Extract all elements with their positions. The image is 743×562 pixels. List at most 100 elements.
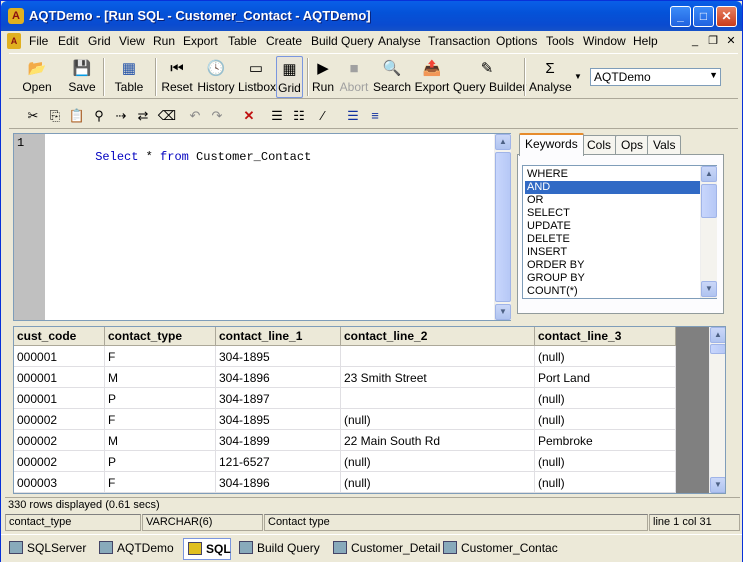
grid-cell[interactable]: 23 Smith Street bbox=[341, 367, 535, 388]
title-bar[interactable]: A AQTDemo - [Run SQL - Customer_Contact … bbox=[1, 1, 742, 31]
task-sqlserver[interactable]: SQLServer bbox=[5, 538, 91, 560]
search-button[interactable]: 🔍 Search bbox=[373, 56, 411, 98]
sql-text[interactable]: Select * from Customer_Contact bbox=[52, 136, 311, 178]
grid-cell[interactable]: 000002 bbox=[14, 409, 105, 430]
menu-view[interactable]: View bbox=[119, 34, 145, 48]
scroll-thumb[interactable] bbox=[495, 152, 511, 302]
open-button[interactable]: 📂 Open bbox=[15, 56, 59, 98]
list-item[interactable]: UPDATE bbox=[525, 220, 700, 233]
scroll-up-icon[interactable]: ▲ bbox=[701, 166, 717, 182]
grid-cell[interactable] bbox=[341, 388, 535, 409]
grid-cell[interactable]: (null) bbox=[535, 409, 676, 430]
list-item[interactable]: SELECT bbox=[525, 207, 700, 220]
grid-cell[interactable]: F bbox=[105, 472, 216, 493]
editor-scrollbar[interactable]: ▲ ▼ bbox=[494, 134, 511, 320]
grid-cell[interactable]: 22 Main South Rd bbox=[341, 430, 535, 451]
results-grid[interactable]: cust_code contact_type contact_line_1 co… bbox=[13, 326, 726, 494]
menu-file[interactable]: File bbox=[29, 34, 48, 48]
grid-cell[interactable]: F bbox=[105, 409, 216, 430]
mdi-minimize-icon[interactable]: _ bbox=[687, 34, 703, 48]
grid-cell[interactable]: 304-1896 bbox=[216, 367, 341, 388]
grid-scrollbar[interactable]: ▲ ▼ bbox=[709, 327, 725, 493]
grid-cell[interactable]: 000001 bbox=[14, 388, 105, 409]
cut-icon[interactable]: ✂ bbox=[23, 106, 43, 126]
task-customer-contact[interactable]: Customer_Contac bbox=[439, 538, 558, 560]
grid-cell[interactable]: 000001 bbox=[14, 346, 105, 367]
scroll-thumb[interactable] bbox=[701, 184, 717, 218]
scroll-up-icon[interactable]: ▲ bbox=[495, 134, 511, 150]
task-customer-detail[interactable]: Customer_Detail bbox=[329, 538, 440, 560]
tab-cols[interactable]: Cols bbox=[581, 135, 618, 155]
list-item[interactable]: DELETE bbox=[525, 233, 700, 246]
list-item[interactable]: GROUP BY bbox=[525, 272, 700, 285]
tab-ops[interactable]: Ops bbox=[615, 135, 650, 155]
grid-cell[interactable]: 304-1899 bbox=[216, 430, 341, 451]
grid-cell[interactable]: P bbox=[105, 451, 216, 472]
maximize-button[interactable]: □ bbox=[693, 6, 714, 27]
replace-icon[interactable]: ⇄ bbox=[133, 106, 153, 126]
connection-select[interactable]: AQTDemo ▼ bbox=[590, 68, 721, 86]
grid-cell[interactable]: 304-1896 bbox=[216, 472, 341, 493]
list-item[interactable]: INSERT bbox=[525, 246, 700, 259]
close-button[interactable]: ✕ bbox=[716, 6, 737, 27]
grid-cell[interactable]: Pembroke bbox=[535, 430, 676, 451]
clear-icon[interactable]: ⌫ bbox=[157, 106, 177, 126]
grid-button[interactable]: ▦ Grid bbox=[276, 56, 303, 98]
delete-icon[interactable]: ✕ bbox=[239, 106, 259, 126]
list-item[interactable]: AND bbox=[525, 181, 700, 194]
task-aqtdemo[interactable]: AQTDemo bbox=[95, 538, 179, 560]
analyse-button[interactable]: Σ Analyse bbox=[529, 56, 572, 98]
menu-tools[interactable]: Tools bbox=[546, 34, 574, 48]
column-header[interactable]: cust_code bbox=[14, 327, 105, 346]
menu-grid[interactable]: Grid bbox=[88, 34, 111, 48]
grid-cell[interactable] bbox=[341, 346, 535, 367]
paste-icon[interactable]: 📋 bbox=[67, 106, 87, 126]
history-button[interactable]: 🕓 History bbox=[197, 56, 235, 98]
grid-cell[interactable]: 304-1895 bbox=[216, 346, 341, 367]
grid-cell[interactable]: 000002 bbox=[14, 451, 105, 472]
menu-create[interactable]: Create bbox=[266, 34, 302, 48]
grid-cell[interactable]: 304-1895 bbox=[216, 409, 341, 430]
mdi-restore-icon[interactable]: ❐ bbox=[705, 34, 721, 48]
export-button[interactable]: 📤 Export bbox=[414, 56, 450, 98]
minimize-button[interactable]: _ bbox=[670, 6, 691, 27]
align-left-icon[interactable]: ☰ bbox=[343, 106, 363, 126]
menu-edit[interactable]: Edit bbox=[58, 34, 79, 48]
menu-analyse[interactable]: Analyse bbox=[378, 34, 421, 48]
scroll-down-icon[interactable]: ▼ bbox=[710, 477, 725, 493]
analyse-dropdown-icon[interactable]: ▼ bbox=[574, 72, 582, 81]
run-button[interactable]: ▶ Run bbox=[311, 56, 335, 98]
grid-cell[interactable]: (null) bbox=[341, 451, 535, 472]
grid-cell[interactable]: 000002 bbox=[14, 430, 105, 451]
menu-window[interactable]: Window bbox=[583, 34, 626, 48]
mdi-close-icon[interactable]: ✕ bbox=[723, 34, 739, 48]
list-item[interactable]: OR bbox=[525, 194, 700, 207]
task-build-query[interactable]: Build Query bbox=[235, 538, 323, 560]
chevron-down-icon[interactable]: ▼ bbox=[709, 70, 718, 80]
menu-build-query[interactable]: Build Query bbox=[311, 34, 374, 48]
abort-button[interactable]: ■ Abort bbox=[339, 56, 369, 98]
grid-cell[interactable]: 000003 bbox=[14, 472, 105, 493]
column-header[interactable]: contact_line_3 bbox=[535, 327, 676, 346]
grid-cell[interactable]: 121-6527 bbox=[216, 451, 341, 472]
menu-table[interactable]: Table bbox=[228, 34, 257, 48]
menu-options[interactable]: Options bbox=[496, 34, 537, 48]
scroll-down-icon[interactable]: ▼ bbox=[495, 304, 511, 320]
grid-cell[interactable]: Port Land bbox=[535, 367, 676, 388]
grid-cell[interactable]: (null) bbox=[341, 409, 535, 430]
query-builder-button[interactable]: ✎ Query Builder bbox=[453, 56, 526, 98]
list-item[interactable]: ORDER BY bbox=[525, 259, 700, 272]
scroll-thumb[interactable] bbox=[710, 344, 725, 354]
tab-vals[interactable]: Vals bbox=[647, 135, 682, 155]
grid-cell[interactable]: 000001 bbox=[14, 367, 105, 388]
grid-cell[interactable]: (null) bbox=[535, 388, 676, 409]
copy-icon[interactable]: ⎘ bbox=[45, 106, 65, 126]
find-next-icon[interactable]: ⇢ bbox=[111, 106, 131, 126]
grid-cell[interactable]: M bbox=[105, 430, 216, 451]
grid-cell[interactable]: 304-1897 bbox=[216, 388, 341, 409]
list-item[interactable]: WHERE bbox=[525, 168, 700, 181]
grid-cell[interactable]: M bbox=[105, 367, 216, 388]
reset-button[interactable]: ⏮ Reset bbox=[161, 56, 193, 98]
indent-icon[interactable]: ☰ bbox=[267, 106, 287, 126]
keywords-scrollbar[interactable]: ▲ ▼ bbox=[700, 166, 717, 298]
